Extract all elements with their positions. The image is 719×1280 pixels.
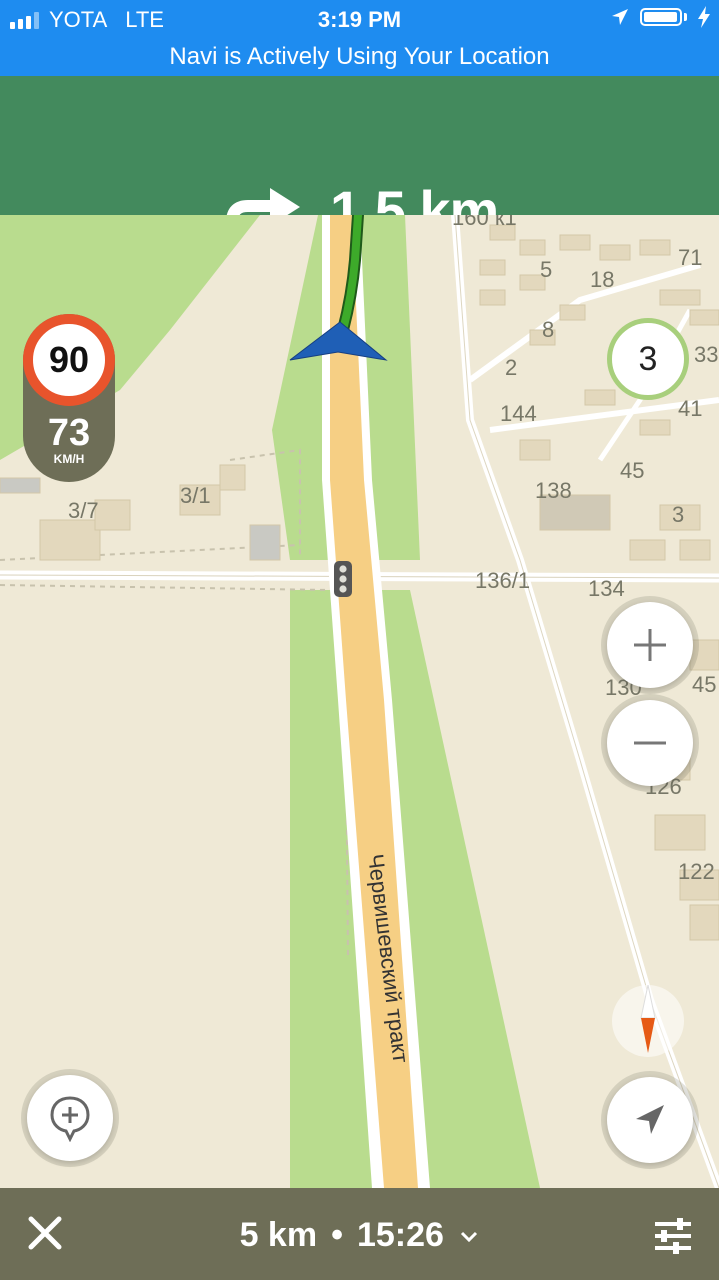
location-arrow-icon: [612, 9, 628, 25]
navigation-arrow-icon: [636, 1105, 664, 1134]
route-distance: 5 km: [239, 1216, 318, 1254]
zoom-out-button[interactable]: [607, 700, 693, 786]
house-number: 41: [678, 396, 702, 421]
house-number: 3: [672, 502, 684, 527]
speed-widget: 90 73 KM/H: [23, 314, 115, 484]
maneuver-banner: 1.5 km: [0, 76, 719, 260]
lane-count-badge: 3: [607, 318, 689, 400]
my-location-button[interactable]: [607, 1077, 693, 1163]
house-number: 45: [692, 672, 716, 697]
route-summary-bar: 5 km • 15:26: [0, 1188, 719, 1280]
house-number: 144: [500, 401, 537, 426]
house-number: 8: [542, 317, 554, 342]
house-number: 138: [535, 478, 572, 503]
house-number: 33: [694, 342, 718, 367]
separator-dot: •: [331, 1216, 343, 1254]
house-number: 160 к1: [452, 215, 517, 230]
add-point-button[interactable]: [27, 1075, 113, 1161]
battery-icon: [640, 8, 682, 26]
plus-icon: [634, 629, 666, 661]
house-number: 136/1: [475, 568, 530, 593]
charging-icon: [698, 6, 710, 28]
house-number: 45: [620, 458, 644, 483]
route-info[interactable]: 5 km • 15:26: [0, 1216, 719, 1255]
house-number: 71: [678, 245, 702, 270]
house-number: 3/1: [180, 483, 211, 508]
house-number: 2: [505, 355, 517, 380]
speed-limit-sign: 90: [23, 314, 115, 406]
house-number: 3/7: [68, 498, 99, 523]
speed-unit: KM/H: [53, 452, 85, 466]
location-in-use-banner[interactable]: Navi is Actively Using Your Location: [0, 38, 719, 76]
zoom-in-button[interactable]: [607, 602, 693, 688]
route-settings-icon[interactable]: [653, 1218, 693, 1254]
compass-button[interactable]: [612, 984, 684, 1057]
minus-icon: [634, 741, 666, 745]
current-speed: 73: [47, 412, 91, 454]
status-bar: YOTA LTE 3:19 PM: [0, 0, 719, 38]
arrival-time: 15:26: [356, 1216, 444, 1254]
chevron-down-icon: [461, 1231, 478, 1243]
compass-icon: [640, 984, 656, 1053]
house-number: 122: [678, 859, 715, 884]
house-number: 134: [588, 576, 625, 601]
house-number: 5: [540, 257, 552, 282]
house-number: 18: [590, 267, 614, 292]
add-pin-icon: [50, 1096, 90, 1142]
